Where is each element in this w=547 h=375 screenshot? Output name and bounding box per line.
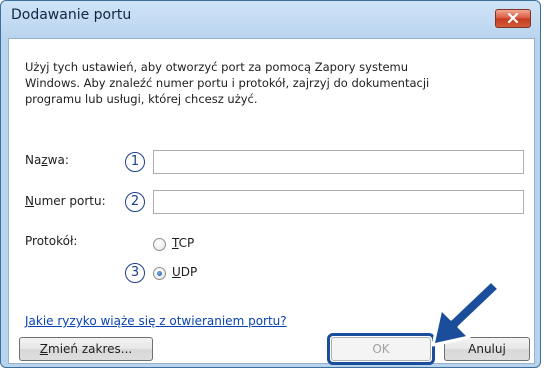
change-scope-accel: Z	[39, 342, 49, 356]
close-icon	[507, 12, 519, 26]
callout-3: 3	[125, 263, 145, 283]
udp-label[interactable]: UDP	[172, 265, 197, 279]
ok-button[interactable]: OK	[331, 337, 431, 361]
port-label-part: umer portu:	[33, 194, 106, 208]
description-text: Użyj tych ustawień, aby otworzyć port za…	[25, 59, 429, 107]
callout-2: 2	[125, 192, 145, 212]
callout-1: 1	[125, 152, 145, 172]
protocol-label: Protokół:	[25, 234, 78, 248]
name-label: Nazwa:	[25, 153, 69, 167]
udp-label-accel: U	[172, 265, 181, 279]
pointer-arrow-icon	[431, 279, 501, 347]
change-scope-label: mień zakres...	[48, 342, 133, 356]
port-number-input[interactable]	[153, 190, 524, 214]
close-button[interactable]	[495, 9, 531, 28]
udp-label-part: DP	[180, 265, 198, 279]
change-scope-button[interactable]: Zmień zakres...	[19, 337, 153, 361]
description-line: programu lub usługi, której chcesz użyć.	[25, 92, 258, 106]
tcp-label[interactable]: TCP	[172, 236, 194, 250]
name-input[interactable]	[153, 150, 524, 174]
name-label-part: wa:	[47, 153, 69, 167]
tcp-label-part: CP	[178, 236, 195, 250]
udp-radio[interactable]	[153, 267, 166, 280]
radio-selected-dot	[157, 271, 162, 276]
port-label: Numer portu:	[25, 194, 106, 208]
description-line: Użyj tych ustawień, aby otworzyć port za…	[25, 60, 409, 74]
description-line: Windows. Aby znaleźć numer portu i proto…	[25, 76, 430, 90]
risk-help-link[interactable]: Jakie ryzyko wiąże się z otwieraniem por…	[25, 314, 287, 328]
dialog-title: Dodawanie portu	[11, 7, 132, 23]
tcp-label-accel: T	[172, 236, 179, 250]
name-label-part: Na	[25, 153, 42, 167]
tcp-radio[interactable]	[153, 238, 166, 251]
port-label-accel: N	[25, 194, 34, 208]
